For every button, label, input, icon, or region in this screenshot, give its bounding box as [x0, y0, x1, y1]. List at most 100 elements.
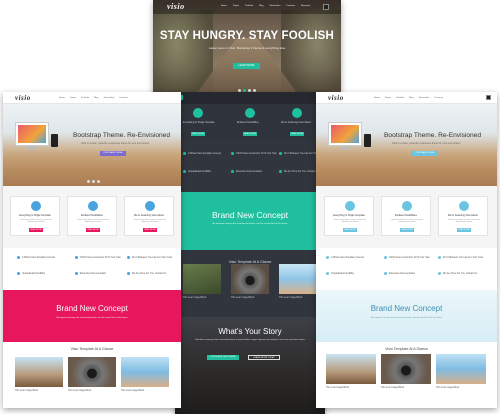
nav-item-pages[interactable]: Pages	[70, 97, 76, 99]
nav-item-pages[interactable]: Pages	[233, 5, 239, 7]
portfolio-image[interactable]	[183, 264, 221, 294]
story-subtitle: Sed diam nonummy nibh euismod tincidunt …	[195, 339, 305, 341]
purchase-theme-button[interactable]: PURCHASE THEME	[412, 151, 438, 156]
portfolio-image[interactable]	[15, 357, 63, 387]
feature-desc: Lorem ipsum dolor sit amet, consectetur …	[20, 219, 52, 223]
check-icon	[279, 152, 282, 155]
nav-item-elements[interactable]: Elements	[301, 5, 310, 7]
band-title: Brand New Concept	[211, 210, 289, 220]
feature-title: Endless Possibilities	[395, 214, 417, 217]
slider-dot[interactable]	[87, 180, 90, 183]
nav-item-home[interactable]: Home	[59, 97, 65, 99]
portfolio-image[interactable]	[121, 357, 169, 387]
learn-more-button[interactable]: LEARN MORE	[233, 63, 260, 69]
feature-card: We're Featuring Visio Advert Lorem ipsum…	[438, 196, 488, 236]
brand-concept-band: Brand New Concept An ingenious design th…	[175, 192, 325, 250]
read-more-button[interactable]: READ MORE	[243, 132, 257, 136]
list-item-label: Extensive Documentation	[236, 171, 263, 174]
feature-desc: Lorem ipsum dolor sit amet, consectetur …	[134, 219, 166, 223]
read-more-button[interactable]: READ MORE	[86, 228, 100, 232]
slider-dot[interactable]	[97, 180, 100, 183]
nav-item-blog[interactable]: Blog	[409, 97, 413, 99]
read-more-button[interactable]: READ MORE	[343, 228, 357, 232]
feature-card: Endless Possibilities Lorem ipsum dolor …	[381, 196, 431, 236]
hero-screenshot-top: visio Home Pages Portfolio Blog Shortcod…	[153, 0, 341, 96]
portfolio-caption: This is an Image Block	[436, 387, 460, 389]
list-item: We Are Here For You, Contact Us	[438, 272, 477, 275]
nav-item-features[interactable]: Features	[435, 97, 444, 99]
benefits-list: A Whole New Template Concept 100% Clean …	[3, 248, 181, 290]
logo[interactable]: visio	[328, 94, 344, 102]
check-icon	[326, 272, 329, 275]
feature-card: Everything In Single Template Lorem ipsu…	[324, 196, 374, 236]
read-more-button[interactable]: READ MORE	[191, 132, 205, 136]
list-item: Extensive Documentation	[384, 272, 415, 275]
nav-item-shortcodes[interactable]: Shortcodes	[418, 97, 429, 99]
nav-item-pages[interactable]: Pages	[385, 97, 391, 99]
monitor-image	[328, 122, 362, 146]
check-icon	[75, 272, 78, 275]
portfolio-image[interactable]	[279, 264, 317, 294]
star-icon	[459, 201, 469, 211]
portfolio-image[interactable]	[68, 357, 116, 387]
feature-card: Endless Possibilities Lorem ipsum dolor …	[67, 196, 117, 236]
feature-title: Endless Possibilities	[81, 214, 103, 217]
list-item: 100% Clean Customize To Fit Your Own	[231, 152, 277, 155]
portfolio-caption: This is an Image Block	[121, 390, 145, 392]
features-section: Everything In Single Template Lorem ipsu…	[3, 186, 181, 248]
logo[interactable]: visio	[167, 2, 185, 11]
purchase-theme-button[interactable]: PURCHASE THIS THEME	[207, 355, 239, 360]
nav-item-features[interactable]: Features	[120, 97, 129, 99]
nav-item-shortcodes[interactable]: Shortcodes	[269, 5, 280, 7]
glance-title: Visio Template At A Glance	[385, 347, 428, 351]
read-more-button[interactable]: READ MORE	[290, 132, 304, 136]
portfolio-image[interactable]	[381, 354, 431, 384]
list-item: Unparalleled Flexibility	[183, 170, 211, 173]
portfolio-image[interactable]	[436, 354, 486, 384]
monitor-stand	[28, 146, 36, 150]
list-item: Extensive Documentation	[75, 272, 106, 275]
feature-desc: Lorem ipsum dolor sit amet, consectetur …	[334, 219, 366, 223]
search-icon[interactable]	[486, 95, 491, 100]
nav-item-portfolio[interactable]: Portfolio	[396, 97, 404, 99]
portfolio-image[interactable]	[231, 264, 269, 294]
hero-headline: Bootstrap Theme. Re-Envisioned	[384, 132, 482, 139]
portfolio-caption: This is an Image Block	[231, 297, 255, 299]
portfolio-image[interactable]	[326, 354, 376, 384]
logo[interactable]: visio	[15, 94, 31, 102]
blue-theme-screenshot: visio Home Pages Portfolio Blog Shortcod…	[316, 92, 497, 408]
nav-item-portfolio[interactable]: Portfolio	[245, 5, 253, 7]
purchase-theme-button[interactable]: PURCHASE THEME	[100, 151, 126, 156]
read-more-button[interactable]: READ MORE	[29, 228, 43, 232]
nav-item-shortcodes[interactable]: Shortcodes	[103, 97, 114, 99]
nav-item-portfolio[interactable]: Portfolio	[81, 97, 89, 99]
list-item-label: Unparalleled Flexibility	[22, 273, 45, 276]
hero-section: Bootstrap Theme. Re-Envisioned Visio is …	[3, 104, 181, 186]
read-more-button[interactable]: READ MORE	[457, 228, 471, 232]
nav-item-blog[interactable]: Blog	[94, 97, 98, 99]
list-item-label: Unparalleled Flexibility	[188, 171, 211, 174]
nav-item-features[interactable]: Features	[287, 5, 296, 7]
navbar: visio Home Pages Portfolio Blog Shortcod…	[316, 92, 497, 104]
pink-theme-screenshot: visio Home Pages Portfolio Blog Shortcod…	[3, 92, 181, 408]
portfolio-caption: This is an Image Block	[15, 390, 39, 392]
check-icon	[127, 256, 130, 259]
learn-more-button[interactable]: LEARN MORE TODAY	[248, 355, 280, 360]
check-icon	[438, 272, 441, 275]
nav-item-home[interactable]: Home	[374, 97, 380, 99]
nav-item-home[interactable]: Home	[221, 5, 227, 7]
check-icon	[183, 170, 186, 173]
dark-navbar	[175, 92, 325, 104]
list-item-label: Do It Whatever You Like For Your Code	[443, 257, 484, 260]
nav-menu: Home Pages Portfolio Blog Shortcodes Fea…	[59, 97, 128, 99]
read-more-button[interactable]: READ MORE	[400, 228, 414, 232]
feature-desc: Lorem ipsum dolor sit amet, consectetur …	[77, 219, 109, 223]
check-icon	[438, 256, 441, 259]
nav-item-blog[interactable]: Blog	[259, 5, 263, 7]
check-icon	[17, 272, 20, 275]
check-icon	[384, 272, 387, 275]
list-item: Extensive Documentation	[231, 170, 262, 173]
search-icon[interactable]	[323, 4, 329, 10]
read-more-button[interactable]: READ MORE	[143, 228, 157, 232]
slider-dot[interactable]	[92, 180, 95, 183]
